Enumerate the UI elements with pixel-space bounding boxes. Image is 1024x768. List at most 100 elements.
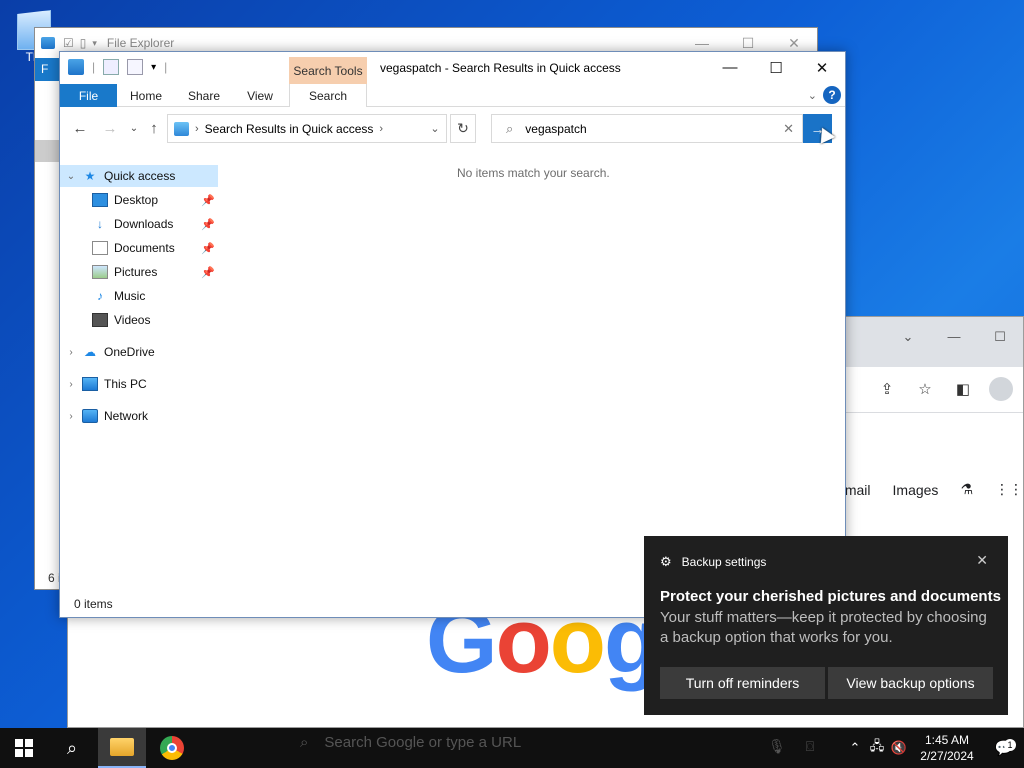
nav-label: Desktop: [114, 193, 159, 207]
nav-label: This PC: [104, 377, 147, 391]
pictures-icon: [92, 265, 108, 279]
chevron-down-icon[interactable]: ⌄: [885, 329, 931, 345]
nav-item-this-pc[interactable]: › This PC: [60, 373, 218, 395]
computer-icon: [82, 377, 98, 391]
nav-item-network[interactable]: › Network: [60, 405, 218, 427]
apps-icon[interactable]: ⋮⋮: [995, 481, 1023, 498]
nav-item-videos[interactable]: Videos: [60, 309, 218, 331]
nav-item-music[interactable]: ♪ Music: [60, 285, 218, 307]
minimize-icon[interactable]: —: [679, 35, 725, 52]
taskbar-chrome[interactable]: [148, 728, 196, 768]
close-notification-icon[interactable]: ✕: [976, 552, 988, 569]
maximize-icon[interactable]: ☐: [725, 35, 771, 52]
minimize-icon[interactable]: —: [931, 329, 977, 345]
properties-icon[interactable]: [103, 59, 120, 75]
recent-locations-icon[interactable]: ⌄: [124, 123, 144, 134]
nav-item-downloads[interactable]: ↓ Downloads 📌: [60, 213, 218, 235]
breadcrumb[interactable]: Search Results in Quick access: [205, 122, 374, 136]
file-explorer-window[interactable]: | ▾ | Search Tools vegaspatch - Search R…: [59, 51, 846, 618]
maximize-button[interactable]: ☐: [753, 52, 799, 83]
titlebar: | ▾ | Search Tools vegaspatch - Search R…: [60, 52, 845, 84]
search-icon: ⌕: [506, 120, 514, 136]
tab-search[interactable]: Search: [289, 84, 367, 107]
start-button[interactable]: [0, 728, 48, 768]
notification-body: Your stuff matters—keep it protected by …: [660, 609, 987, 646]
folder-icon[interactable]: [68, 59, 84, 75]
network-icon[interactable]: 🖧: [866, 737, 888, 759]
pin-icon: 📌: [201, 266, 215, 279]
nav-item-desktop[interactable]: Desktop 📌: [60, 189, 218, 211]
nav-item-quick-access[interactable]: ⌄ ★ Quick access: [60, 165, 218, 187]
minimize-button[interactable]: —: [707, 52, 753, 83]
chevron-right-icon[interactable]: ›: [60, 411, 82, 422]
profile-avatar[interactable]: [989, 377, 1013, 401]
view-backup-options-button[interactable]: View backup options: [828, 667, 993, 699]
bg-window-title: File Explorer: [106, 36, 175, 50]
cloud-icon: ☁: [84, 345, 96, 359]
chevron-right-icon[interactable]: ›: [60, 347, 82, 358]
up-button[interactable]: ↑: [144, 120, 164, 137]
share-icon[interactable]: ⇪: [875, 377, 899, 401]
tab-file[interactable]: File: [60, 84, 117, 107]
taskbar-file-explorer[interactable]: [98, 728, 146, 768]
folder-icon: [41, 37, 55, 49]
nav-label: Music: [114, 289, 146, 303]
clear-search-icon[interactable]: ✕: [783, 121, 794, 137]
new-folder-icon[interactable]: [127, 59, 144, 75]
nav-item-documents[interactable]: Documents 📌: [60, 237, 218, 259]
taskbar: ⌕ ⌕ Search Google or type a URL 🎙 ⌼ ⌃ 🖧 …: [0, 728, 1024, 768]
separator: |: [92, 60, 96, 74]
search-input[interactable]: ⌕ vegaspatch ✕: [491, 114, 803, 143]
separator: |: [164, 60, 168, 74]
address-bar[interactable]: › Search Results in Quick access › ⌄: [167, 114, 447, 143]
clock-date: 2/27/2024: [920, 749, 974, 763]
nav-label: Downloads: [114, 217, 174, 231]
refresh-button[interactable]: ↻: [450, 114, 476, 143]
notification-app-name: Backup settings: [681, 555, 767, 569]
desktop-icon: [92, 193, 108, 207]
nav-item-onedrive[interactable]: › ☁ OneDrive: [60, 341, 218, 363]
turn-off-reminders-button[interactable]: Turn off reminders: [660, 667, 825, 699]
notification-badge: 1: [1004, 739, 1016, 751]
tab-home[interactable]: Home: [118, 84, 174, 107]
side-panel-icon[interactable]: ◧: [951, 377, 975, 401]
maximize-icon[interactable]: ☐: [977, 329, 1023, 345]
expand-icon[interactable]: ⌄: [60, 171, 82, 182]
pin-icon: 📌: [201, 242, 215, 255]
images-link[interactable]: Images: [893, 482, 939, 498]
backup-notification[interactable]: ⚙ Backup settings ✕ Protect your cherish…: [644, 536, 1008, 715]
nav-item-pictures[interactable]: Pictures 📌: [60, 261, 218, 283]
chevron-right-icon[interactable]: ›: [60, 379, 82, 390]
volume-muted-icon[interactable]: 🔇: [888, 740, 910, 756]
search-value: vegaspatch: [525, 121, 587, 136]
close-icon[interactable]: ✕: [771, 35, 817, 52]
tab-view[interactable]: View: [232, 84, 288, 107]
search-location-icon: [174, 121, 189, 136]
nav-label: Videos: [114, 313, 151, 327]
chrome-icon: [160, 736, 184, 760]
ghost-search-icons: 🎙 ⌼: [768, 738, 814, 755]
labs-icon[interactable]: ⚗: [960, 481, 973, 498]
expand-ribbon-icon[interactable]: ⌄: [808, 89, 817, 102]
ghost-search-bar: ⌕ Search Google or type a URL: [300, 734, 521, 751]
dropdown-icon: ▾: [92, 37, 97, 48]
customize-dropdown-icon[interactable]: ▾: [151, 62, 156, 73]
address-dropdown-icon[interactable]: ⌄: [424, 122, 446, 135]
help-icon[interactable]: ?: [823, 86, 841, 104]
windows-logo-icon: [15, 739, 33, 757]
chevron-up-icon[interactable]: ⌃: [844, 740, 866, 756]
star-icon[interactable]: ☆: [913, 377, 937, 401]
tab-share[interactable]: Share: [176, 84, 232, 107]
nav-label: Documents: [114, 241, 175, 255]
search-tools-contextual-tab: Search Tools: [289, 57, 367, 84]
forward-button[interactable]: →: [100, 120, 120, 137]
back-button[interactable]: ←: [70, 120, 90, 137]
search-icon[interactable]: ⌕: [48, 728, 96, 768]
close-button[interactable]: ✕: [799, 52, 845, 83]
bg-file-tab[interactable]: F: [35, 58, 61, 81]
nav-label: OneDrive: [104, 345, 155, 359]
clock[interactable]: 1:45 AM 2/27/2024: [910, 732, 984, 764]
empty-results-message: No items match your search.: [457, 166, 610, 180]
notification-center-button[interactable]: 💬 1: [984, 739, 1024, 757]
system-tray: ⌃ 🖧 🔇 1:45 AM 2/27/2024 💬 1: [844, 728, 1024, 768]
